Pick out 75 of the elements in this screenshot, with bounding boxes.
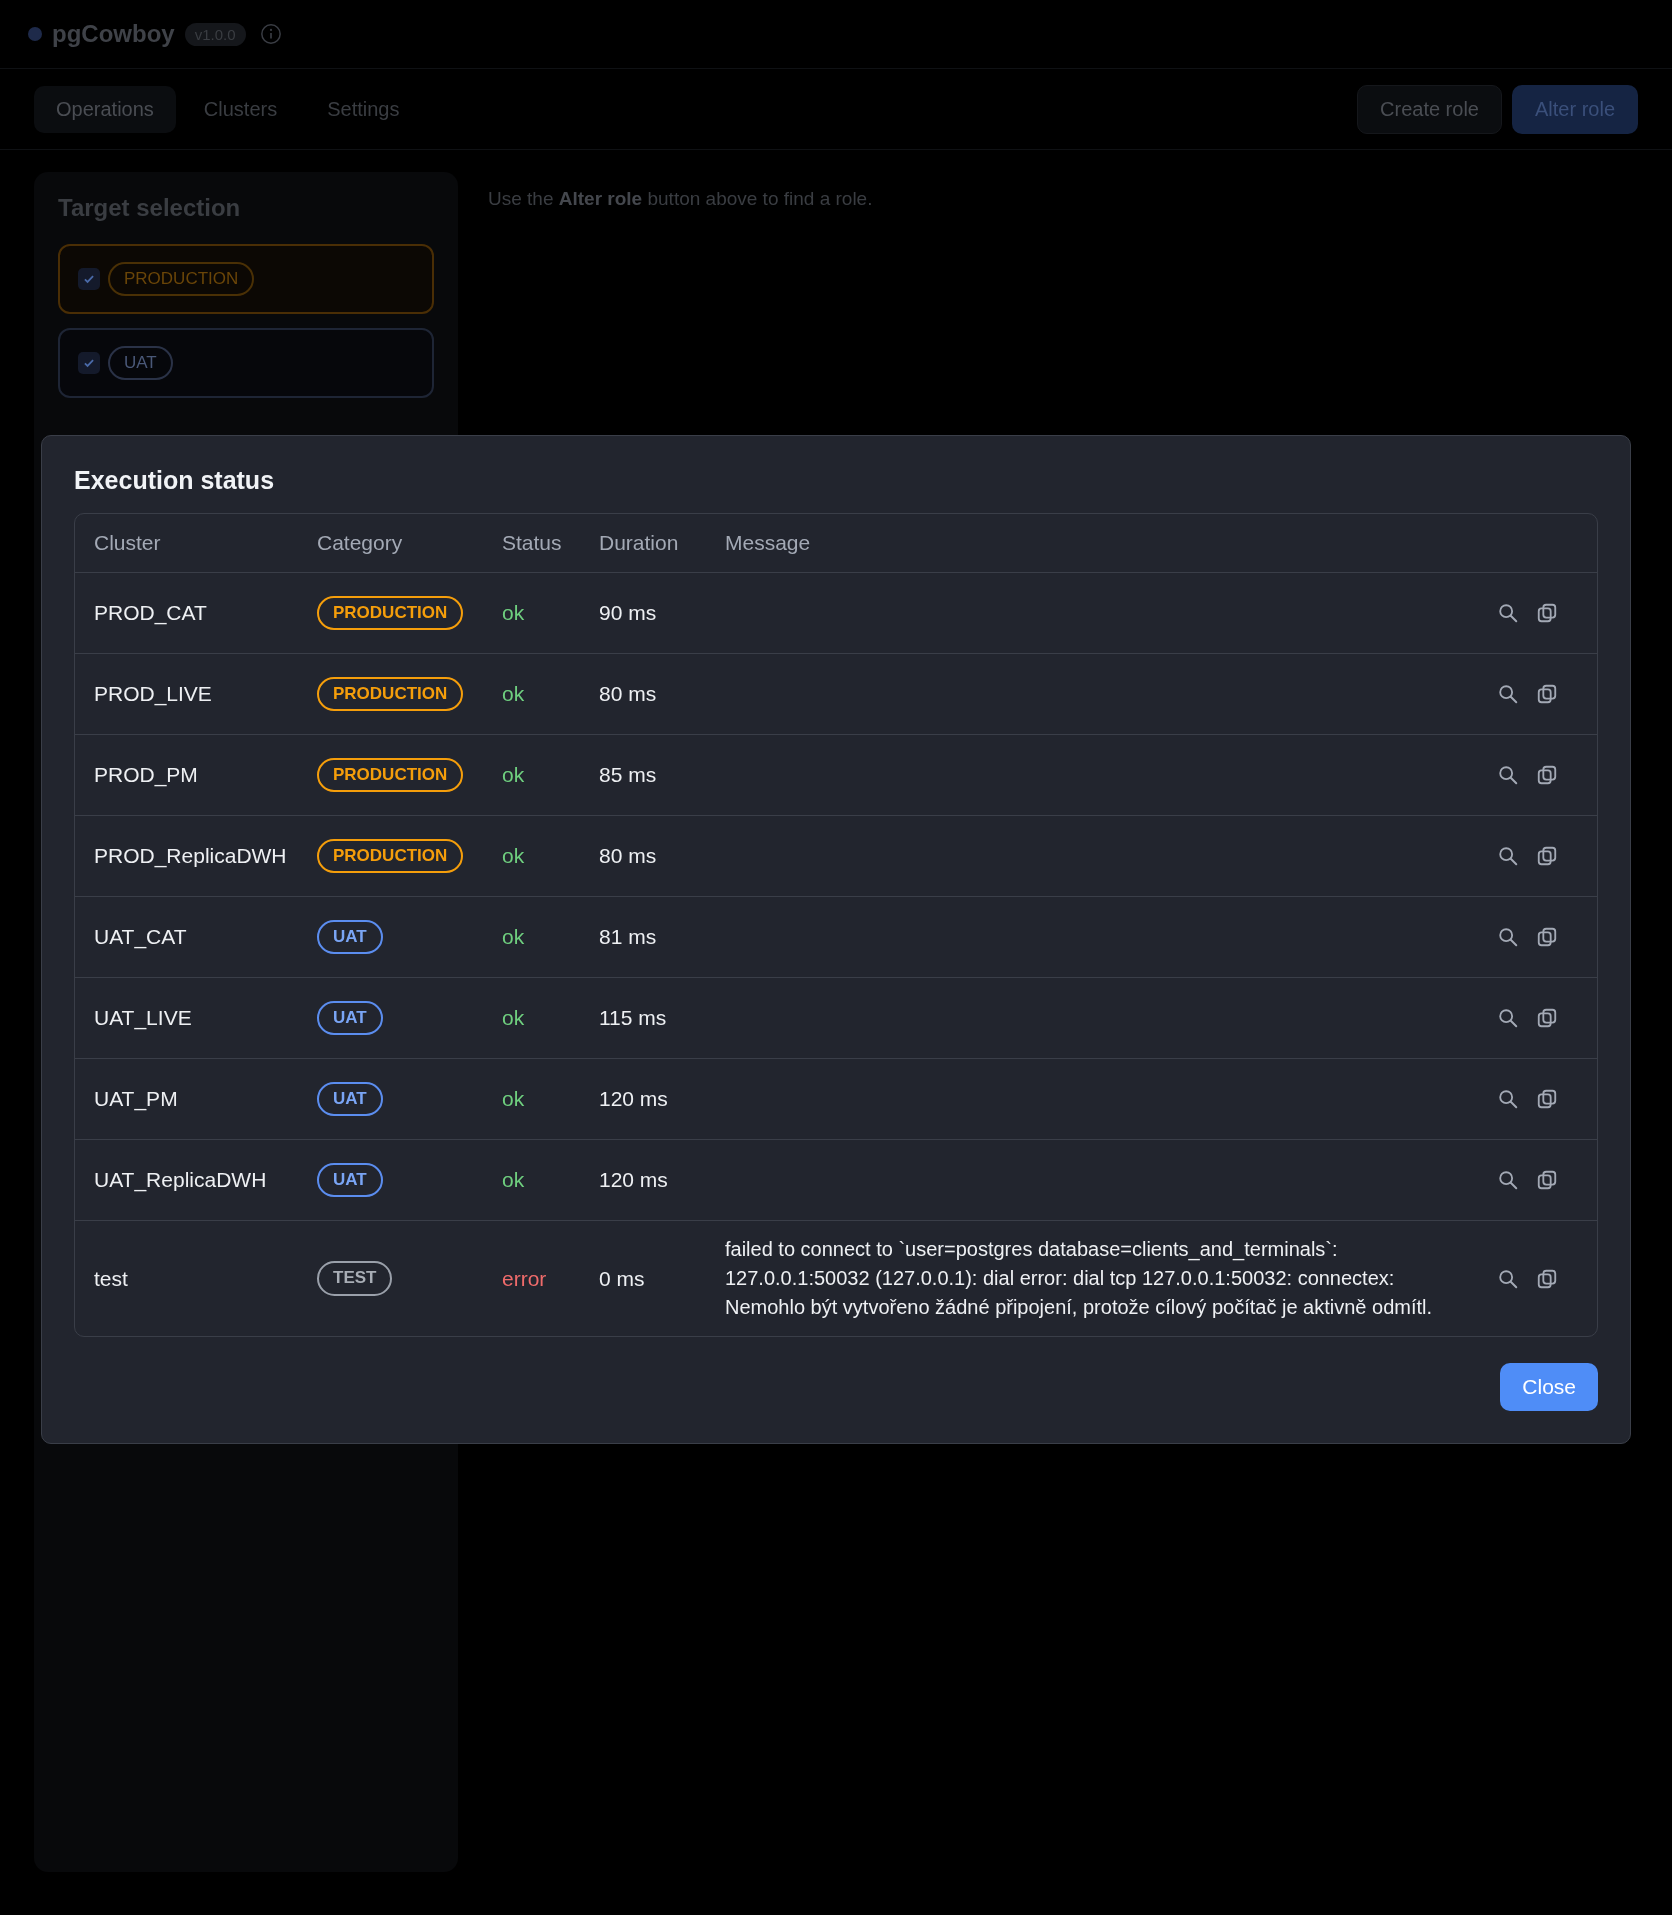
column-header: Message xyxy=(725,531,812,555)
category-tag: UAT xyxy=(317,919,383,955)
table-cell-text: PROD_ReplicaDWH xyxy=(94,844,288,868)
close-button[interactable]: Close xyxy=(1500,1363,1598,1411)
table-cell-text: UAT_LIVE xyxy=(94,1006,193,1030)
category-tag: UAT xyxy=(317,1162,383,1198)
copy-icon[interactable] xyxy=(1536,1088,1558,1110)
table-cell-text: UAT_ReplicaDWH xyxy=(94,1168,268,1192)
table-cell-text: 85 ms xyxy=(599,763,658,787)
table-cell-text: 120 ms xyxy=(599,1168,669,1192)
status-text: ok xyxy=(502,1087,526,1111)
create-role-button[interactable]: Create role xyxy=(1357,84,1502,134)
category-tag: UAT xyxy=(108,345,173,381)
target-card[interactable]: UAT xyxy=(58,328,434,398)
checkbox[interactable] xyxy=(78,268,100,290)
search-icon[interactable] xyxy=(1497,1267,1519,1290)
search-icon[interactable] xyxy=(1497,1088,1519,1110)
app-title: pgCowboy xyxy=(52,20,175,48)
table-cell-text: test xyxy=(94,1266,129,1291)
search-icon[interactable] xyxy=(1497,1169,1519,1191)
column-header: Duration xyxy=(599,531,680,555)
category-tag: UAT xyxy=(317,1000,383,1036)
table-cell-text: 0 ms xyxy=(599,1266,646,1291)
copy-icon[interactable] xyxy=(1536,926,1558,948)
table-cell-text: PROD_PM xyxy=(94,763,199,787)
copy-icon[interactable] xyxy=(1536,1267,1558,1290)
copy-icon[interactable] xyxy=(1536,1007,1558,1029)
tab[interactable]: Settings xyxy=(305,85,422,133)
table-cell-text: 81 ms xyxy=(599,925,658,949)
column-header: Cluster xyxy=(94,531,162,555)
table-cell-text: UAT_PM xyxy=(94,1087,179,1111)
table-cell-text: 115 ms xyxy=(599,1006,668,1030)
copy-icon[interactable] xyxy=(1536,1169,1558,1191)
category-tag: PRODUCTION xyxy=(108,261,255,297)
status-text: ok xyxy=(502,682,526,706)
table-cell-text: 90 ms xyxy=(599,601,658,625)
category-tag: PRODUCTION xyxy=(317,838,464,874)
category-tag: TEST xyxy=(317,1261,393,1296)
column-header: Status xyxy=(502,531,563,555)
copy-icon[interactable] xyxy=(1536,683,1558,705)
message-text: failed to connect to `user=postgres database=clients_and_terminals`: 127.0.0.1:50032 (127.0.0.1): dial error: dial tcp 127.0.0.1:50032: connectex: Nemohlo být vytvořeno žádné připojení, protože cílový počítač je aktivně odmítl. xyxy=(725,1238,1433,1318)
status-text: error xyxy=(502,1266,548,1291)
status-text: ok xyxy=(502,1168,526,1192)
checkbox[interactable] xyxy=(78,352,100,374)
tab[interactable]: Operations xyxy=(34,85,176,133)
copy-icon[interactable] xyxy=(1536,602,1558,624)
table-cell-text: UAT_CAT xyxy=(94,925,188,949)
search-icon[interactable] xyxy=(1497,845,1519,867)
status-text: ok xyxy=(502,844,526,868)
status-text: ok xyxy=(502,1006,526,1030)
table-cell-text: 80 ms xyxy=(599,844,658,868)
category-tag: PRODUCTION xyxy=(317,676,464,712)
tab[interactable]: Clusters xyxy=(181,85,300,133)
search-icon[interactable] xyxy=(1497,926,1519,948)
status-text: ok xyxy=(502,763,526,787)
category-tag: PRODUCTION xyxy=(317,757,464,793)
copy-icon[interactable] xyxy=(1536,764,1558,786)
table-cell-text: 120 ms xyxy=(599,1087,669,1111)
hint-text: Use the Alter role button above to find a role. xyxy=(488,188,873,210)
search-icon[interactable] xyxy=(1497,764,1519,786)
logo-dot-icon xyxy=(28,27,42,41)
table-cell-text: PROD_CAT xyxy=(94,601,208,625)
copy-icon[interactable] xyxy=(1536,845,1558,867)
table-cell-text: 80 ms xyxy=(599,682,658,706)
status-text: ok xyxy=(502,925,526,949)
category-tag: PRODUCTION xyxy=(317,595,464,631)
column-header: Category xyxy=(317,531,404,555)
target-card[interactable]: PRODUCTION xyxy=(58,244,434,314)
table-cell-text: PROD_LIVE xyxy=(94,682,213,706)
search-icon[interactable] xyxy=(1497,602,1519,624)
dialog-title: Execution status xyxy=(74,466,276,495)
status-text: ok xyxy=(502,601,526,625)
category-tag: UAT xyxy=(317,1081,383,1117)
search-icon[interactable] xyxy=(1497,1007,1519,1029)
search-icon[interactable] xyxy=(1497,683,1519,705)
